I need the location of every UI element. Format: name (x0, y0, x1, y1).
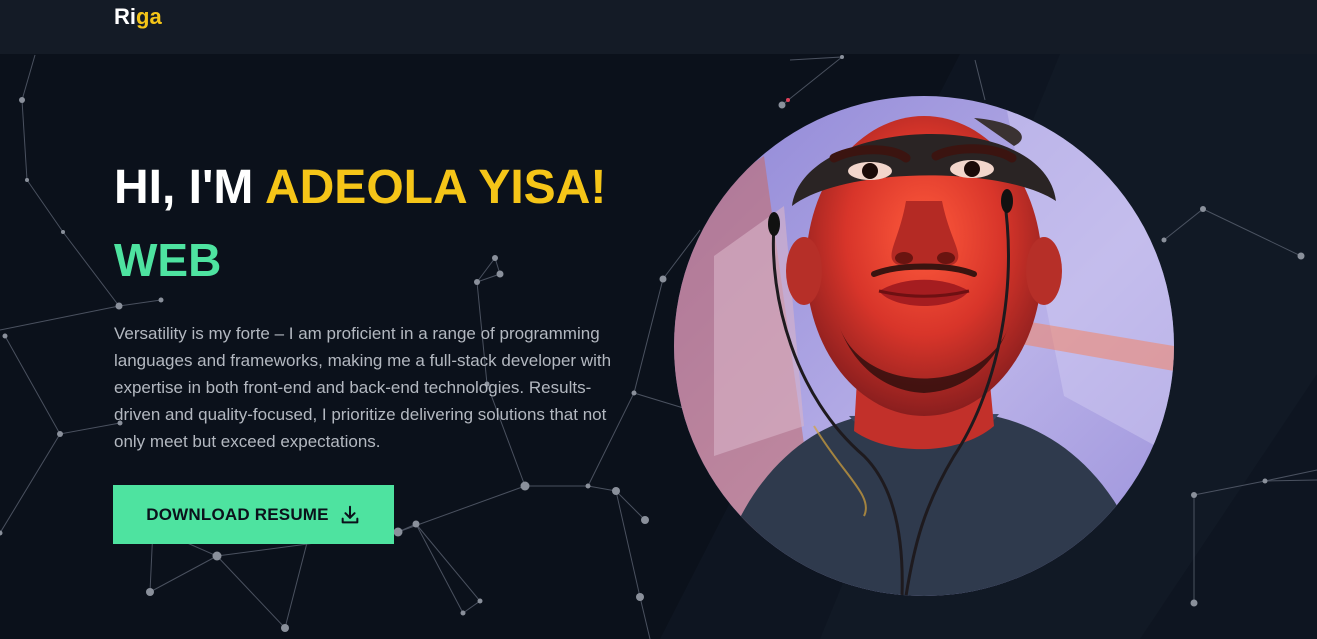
hero-name: ADEOLA YISA! (264, 161, 607, 214)
hero-heading: HI, I'M ADEOLA YISA! (114, 158, 644, 218)
download-icon (339, 504, 361, 526)
logo-text-part2: ga (136, 4, 162, 29)
hero-section: HI, I'M ADEOLA YISA! WEB Versatility is … (114, 158, 644, 455)
download-resume-label: DOWNLOAD RESUME (146, 504, 329, 524)
logo-text-part1: Ri (114, 4, 136, 29)
hero-bio: Versatility is my forte – I am proficien… (114, 324, 612, 451)
navbar: Ri ga (0, 0, 1317, 54)
hero-role: WEB (114, 234, 222, 286)
profile-photo (674, 96, 1174, 596)
hero-greeting: HI, I'M (114, 161, 265, 214)
download-resume-button[interactable]: DOWNLOAD RESUME (113, 485, 394, 544)
site-logo[interactable]: Ri ga (114, 4, 162, 30)
